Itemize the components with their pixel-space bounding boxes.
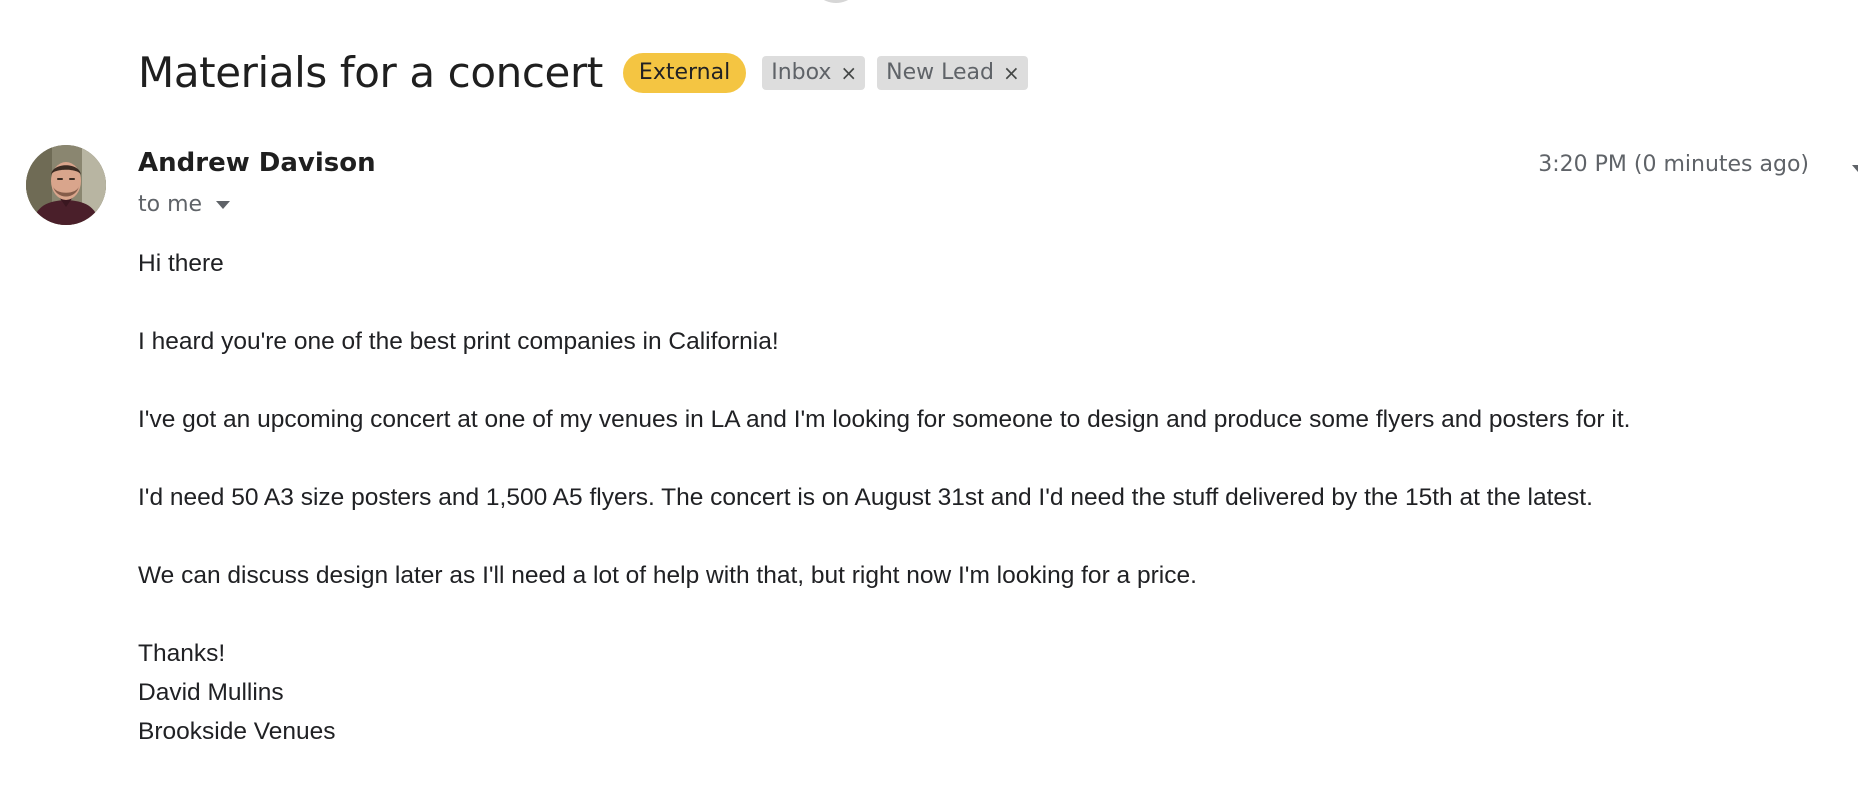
email-timestamp: 3:20 PM (0 minutes ago) (1538, 152, 1809, 177)
label-chip-text: Inbox (771, 59, 832, 85)
recipient-label: to me (138, 192, 203, 217)
email-paragraph: I've got an upcoming concert at one of m… (138, 406, 1631, 433)
email-subject: Materials for a concert (138, 48, 603, 97)
email-body: Hi there I heard you're one of the best … (138, 244, 1630, 751)
external-badge: External (622, 52, 747, 93)
sender-photo-icon (26, 145, 106, 225)
label-chip-inbox[interactable]: Inbox × (762, 55, 866, 90)
label-chip-new-lead[interactable]: New Lead × (877, 55, 1028, 90)
sender-avatar[interactable] (26, 145, 106, 225)
subject-header: Materials for a concert External Inbox ×… (138, 48, 1028, 97)
more-options-chevron-icon[interactable] (1852, 165, 1858, 172)
chevron-down-icon[interactable] (216, 200, 231, 209)
email-paragraph: We can discuss design later as I'll need… (138, 562, 1197, 589)
email-signoff: Thanks! (138, 640, 226, 667)
sender-name: Andrew Davison (138, 148, 376, 178)
recipient-details[interactable]: to me (138, 192, 231, 217)
remove-label-new-lead-icon[interactable]: × (1003, 56, 1020, 90)
label-chip-text: New Lead (886, 59, 995, 85)
remove-label-inbox-icon[interactable]: × (840, 56, 857, 90)
signature-company: Brookside Venues (138, 718, 336, 745)
spinner-arc-decoration (810, 0, 862, 3)
email-greeting: Hi there (138, 250, 224, 277)
email-paragraph: I'd need 50 A3 size posters and 1,500 A5… (138, 484, 1593, 511)
signature-name: David Mullins (138, 679, 284, 706)
email-paragraph: I heard you're one of the best print com… (138, 328, 779, 355)
